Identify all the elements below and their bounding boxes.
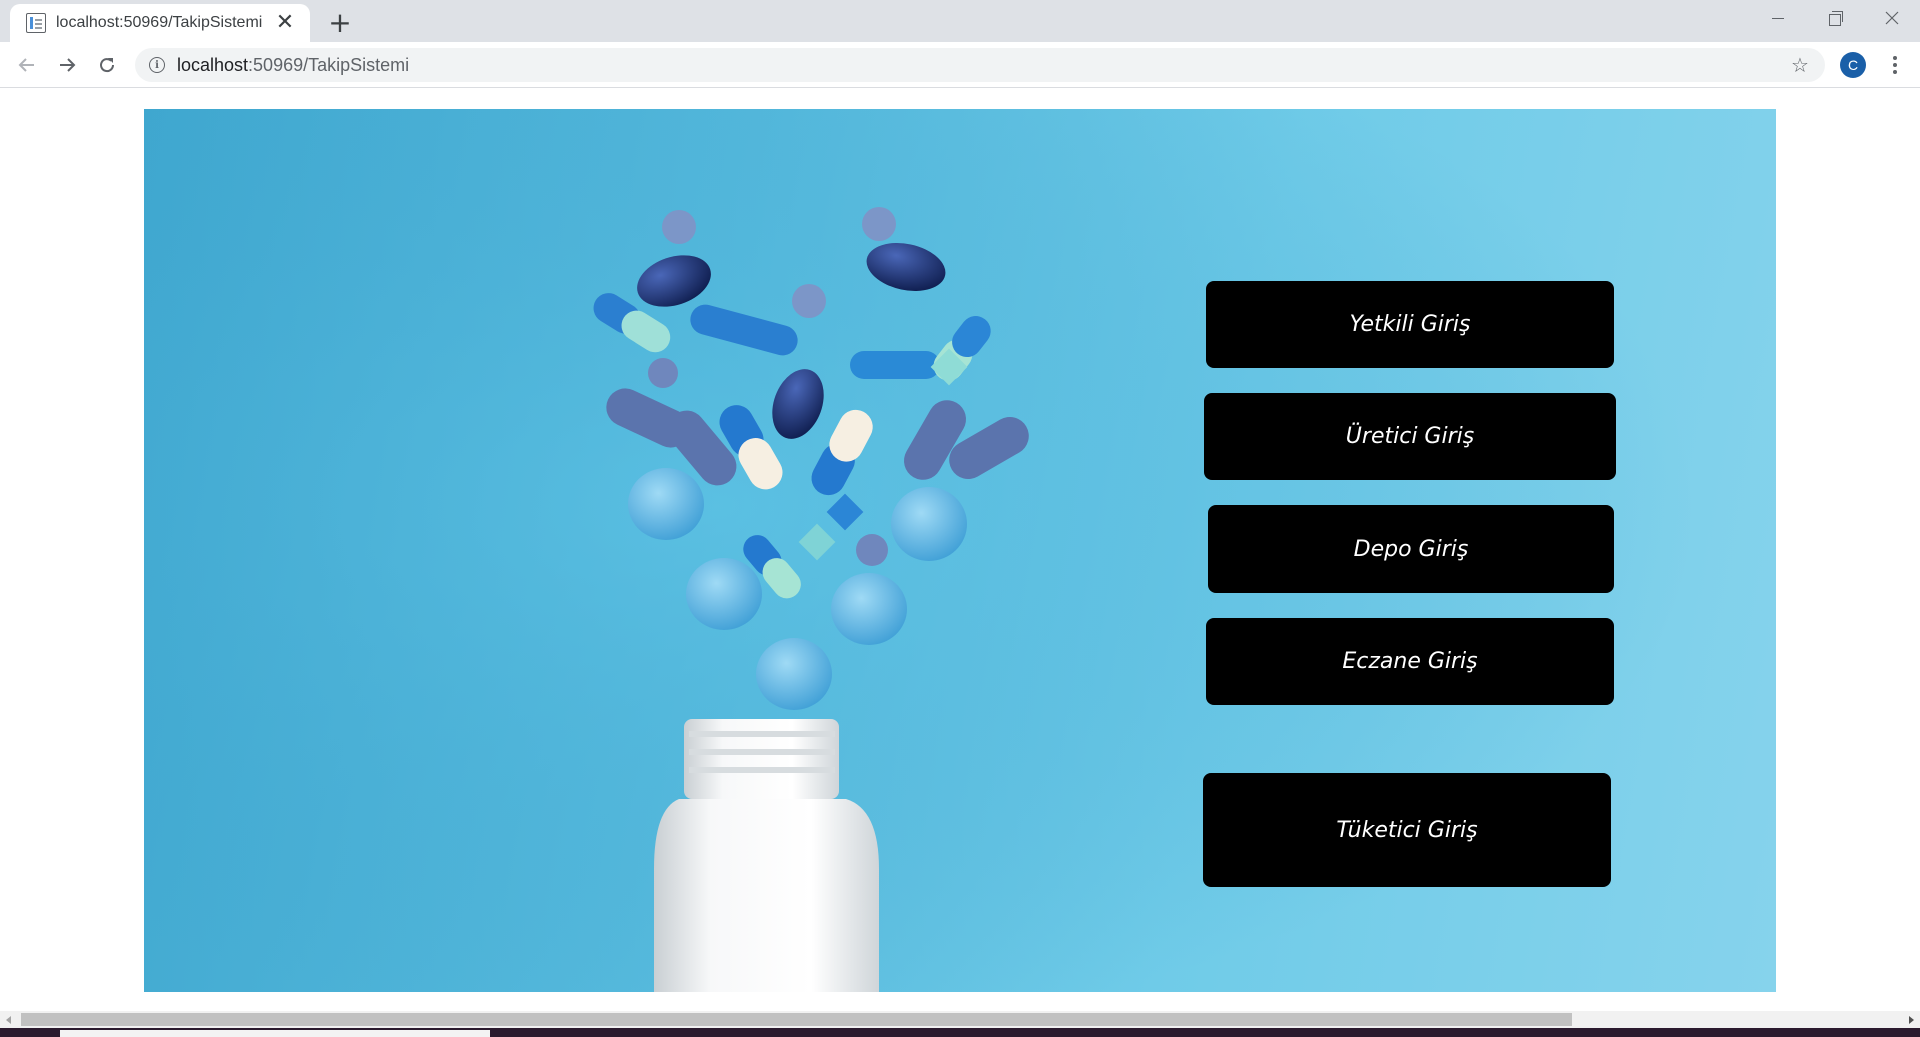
eczane-login-button[interactable]: Eczane Giriş: [1206, 618, 1614, 705]
restore-button[interactable]: [1806, 0, 1863, 36]
depo-login-button[interactable]: Depo Giriş: [1208, 505, 1614, 593]
browser-toolbar: i localhost:50969/TakipSistemi ☆ C: [0, 42, 1920, 88]
url-text[interactable]: localhost:50969/TakipSistemi: [177, 55, 409, 76]
info-icon[interactable]: i: [149, 57, 165, 73]
window-controls: [1749, 0, 1920, 36]
reload-button[interactable]: [91, 49, 123, 81]
address-bar[interactable]: i localhost:50969/TakipSistemi ☆: [135, 48, 1825, 82]
back-arrow-icon: [18, 58, 34, 72]
window-close-icon: [1885, 11, 1898, 25]
profile-avatar[interactable]: C: [1840, 52, 1866, 78]
uretici-login-button[interactable]: Üretici Giriş: [1204, 393, 1616, 480]
scroll-left-arrow-icon[interactable]: [0, 1011, 17, 1028]
os-taskbar: [0, 1028, 1920, 1037]
page-favicon-icon: [26, 13, 46, 33]
browser-tabstrip: localhost:50969/TakipSistemi ✕ +: [0, 0, 1920, 42]
tuketici-login-button[interactable]: Tüketici Giriş: [1203, 773, 1611, 887]
tab-title: localhost:50969/TakipSistemi: [56, 14, 263, 31]
reload-icon: [100, 58, 115, 73]
taskbar-item[interactable]: [60, 1030, 490, 1037]
close-icon[interactable]: ✕: [274, 12, 296, 34]
scroll-right-arrow-icon[interactable]: [1903, 1011, 1920, 1028]
url-host: localhost: [177, 54, 249, 75]
forward-button[interactable]: [51, 49, 83, 81]
scrollbar-thumb[interactable]: [21, 1013, 1572, 1026]
more-vert-icon[interactable]: [1882, 52, 1908, 78]
url-path: :50969/TakipSistemi: [248, 54, 410, 75]
page-viewport: Yetkili Giriş Üretici Giriş Depo Giriş E…: [0, 89, 1920, 1011]
new-tab-button[interactable]: +: [324, 6, 356, 39]
star-icon[interactable]: ☆: [1789, 53, 1811, 77]
hero-image: Yetkili Giriş Üretici Giriş Depo Giriş E…: [144, 109, 1776, 992]
horizontal-scrollbar[interactable]: [0, 1011, 1920, 1028]
yetkili-login-button[interactable]: Yetkili Giriş: [1206, 281, 1614, 368]
forward-arrow-icon: [60, 58, 76, 72]
minimize-button[interactable]: [1749, 0, 1806, 36]
back-button[interactable]: [11, 49, 43, 81]
browser-tab[interactable]: localhost:50969/TakipSistemi ✕: [10, 4, 310, 42]
window-close-button[interactable]: [1863, 0, 1920, 36]
